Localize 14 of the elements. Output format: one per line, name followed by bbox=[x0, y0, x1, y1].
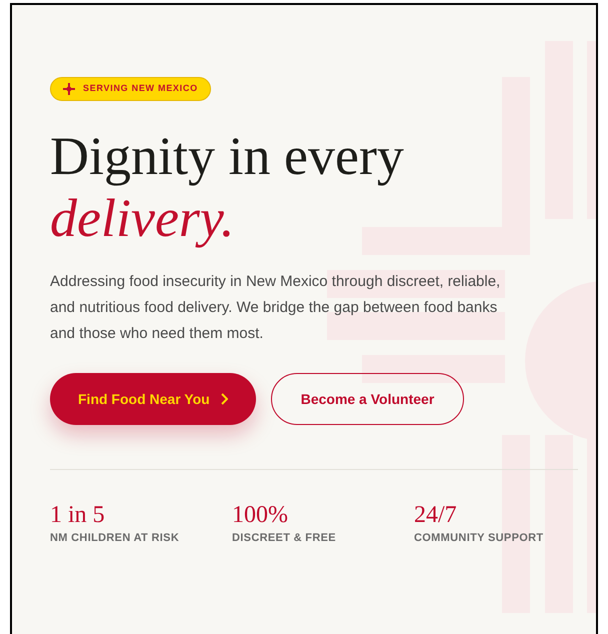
zia-sun-icon bbox=[63, 83, 75, 95]
volunteer-button[interactable]: Become a Volunteer bbox=[270, 373, 464, 425]
stat-label: NM CHILDREN AT RISK bbox=[50, 531, 180, 546]
find-food-button[interactable]: Find Food Near You bbox=[50, 373, 256, 425]
stat-value: 1 in 5 bbox=[50, 501, 105, 530]
badge-label: SERVING NEW MEXICO bbox=[83, 82, 198, 96]
headline: Dignity in every bbox=[50, 125, 405, 187]
headline-accent: delivery. bbox=[50, 187, 234, 249]
stat-value: 100% bbox=[232, 501, 288, 530]
stat-label: DISCREET & FREE bbox=[232, 531, 336, 546]
stat-value: 24/7 bbox=[414, 501, 457, 530]
chevron-right-icon bbox=[220, 393, 228, 405]
stat-label: COMMUNITY SUPPORT bbox=[414, 531, 544, 546]
description: Addressing food insecurity in New Mexico through discreet, reliable, and nutritious food delivery. We bridge the gap between food banks and those who need them most. bbox=[50, 272, 502, 344]
